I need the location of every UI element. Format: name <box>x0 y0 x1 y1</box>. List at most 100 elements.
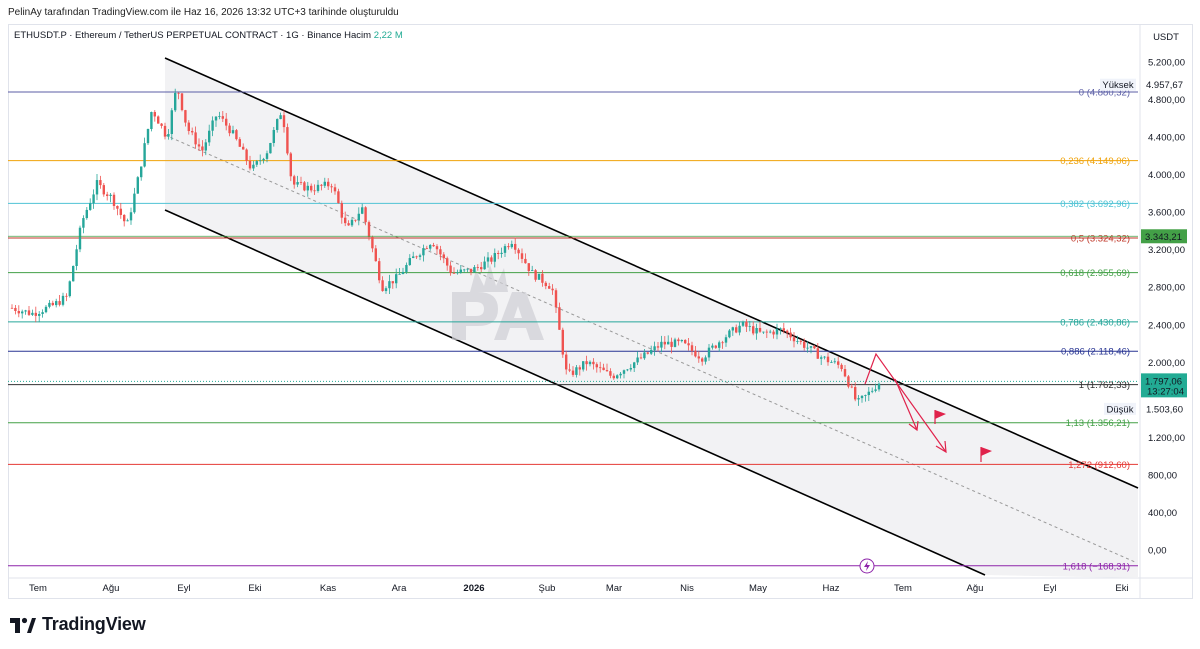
candle-body <box>619 373 622 376</box>
candle-body <box>395 274 398 284</box>
candle-body <box>850 386 853 388</box>
channel-fill <box>165 58 1138 578</box>
candle-body <box>622 370 626 374</box>
candle-body <box>707 347 711 358</box>
candle-body <box>442 254 445 259</box>
y-tick-label: 4.400,00 <box>1148 133 1185 144</box>
candle-body <box>517 249 520 254</box>
candle-body <box>361 207 364 214</box>
x-tick-label: Tem <box>894 583 912 594</box>
candle-body <box>228 125 231 134</box>
candle-body <box>463 269 466 271</box>
symbol-header: ETHUSDT.P · Ethereum / TetherUS PERPETUA… <box>14 30 403 41</box>
candle-body <box>578 367 581 370</box>
candle-body <box>306 185 309 191</box>
candle-body <box>452 272 456 274</box>
candle-body <box>741 321 745 326</box>
candle-body <box>544 282 547 287</box>
volume-label: Hacim <box>344 30 372 41</box>
candle-body <box>531 270 534 271</box>
candle-body <box>48 302 51 307</box>
candle-body <box>245 149 248 161</box>
y-tick-label: 2.800,00 <box>1148 283 1185 294</box>
candle-body <box>194 132 197 145</box>
candle-body <box>558 307 561 330</box>
candle-body <box>786 330 789 333</box>
candle-body <box>109 194 112 196</box>
x-tick-label: 2026 <box>463 583 484 594</box>
candle-body <box>68 281 71 297</box>
candle-body <box>701 358 704 362</box>
candle-body <box>503 246 507 253</box>
candle-body <box>534 270 537 280</box>
candle-body <box>449 265 452 273</box>
candle-body <box>293 176 296 185</box>
candle-body <box>214 116 218 121</box>
low-value: 1.503,60 <box>1146 404 1183 415</box>
x-tick-label: Haz <box>823 583 840 594</box>
x-tick-label: Mar <box>606 583 622 594</box>
candle-body <box>809 346 813 348</box>
candle-body <box>231 130 235 134</box>
candle-body <box>282 115 286 128</box>
candle-body <box>303 182 306 191</box>
candle-body <box>582 361 585 370</box>
candle-body <box>626 369 629 371</box>
candle-body <box>31 312 34 315</box>
candle-body <box>704 357 707 362</box>
candle-body <box>327 181 330 187</box>
candle-body <box>340 203 343 218</box>
candle-body <box>605 370 609 372</box>
candle-body <box>133 193 136 213</box>
candle-body <box>548 286 551 289</box>
regression-channel <box>164 57 1139 578</box>
countdown-value: 13:27:04 <box>1147 386 1184 397</box>
candle-body <box>816 348 819 359</box>
candle-body <box>718 342 721 348</box>
candle-body <box>160 123 163 126</box>
candle-body <box>418 255 422 257</box>
fib-label-1: 1 (1.762,33) <box>1079 380 1130 391</box>
y-tick-label: 1.200,00 <box>1148 433 1185 444</box>
fib-label-0.886: 0,886 (2.118,46) <box>1061 347 1130 358</box>
candle-body <box>191 131 194 133</box>
candle-body <box>344 217 347 224</box>
currency-label: USDT <box>1153 32 1179 43</box>
candle-body <box>446 258 449 266</box>
candle-body <box>163 125 167 137</box>
candle-body <box>320 184 323 186</box>
candle-body <box>34 312 37 316</box>
candle-body <box>61 295 65 305</box>
candle-body <box>136 177 139 194</box>
candle-body <box>724 337 728 343</box>
candle-body <box>860 395 864 399</box>
candle-body <box>435 246 439 250</box>
candle-body <box>276 119 279 130</box>
candle-body <box>697 356 700 359</box>
candle-body <box>782 328 785 331</box>
tradingview-brand[interactable]: TradingView <box>10 614 146 635</box>
candle-body <box>170 110 173 135</box>
candle-body <box>248 160 252 169</box>
candle-body <box>680 339 683 342</box>
y-tick-label: 3.200,00 <box>1148 245 1185 256</box>
candle-body <box>789 332 792 338</box>
candle-body <box>643 352 646 359</box>
price-chart[interactable]: 0 (4.880,32)0,236 (4.149,06)0,382 (3.692… <box>0 0 1200 649</box>
candle-body <box>561 329 564 355</box>
candle-body <box>350 219 354 226</box>
candle-body <box>602 367 605 371</box>
fib-label-0.5: 0,5 (3.324,32) <box>1071 234 1130 245</box>
candle-body <box>41 312 44 315</box>
candle-body <box>238 139 241 147</box>
fib-label-0.618: 0,618 (2.955,69) <box>1060 268 1130 279</box>
low-label: Düşük <box>1107 404 1134 415</box>
candle-body <box>772 331 775 335</box>
candle-body <box>119 208 122 215</box>
fib-label-0.382: 0,382 (3.692,96) <box>1060 199 1130 210</box>
candle-body <box>85 209 88 219</box>
candle-body <box>197 144 201 147</box>
candle-body <box>286 127 289 154</box>
candle-body <box>758 327 762 332</box>
candle-body <box>272 129 275 144</box>
